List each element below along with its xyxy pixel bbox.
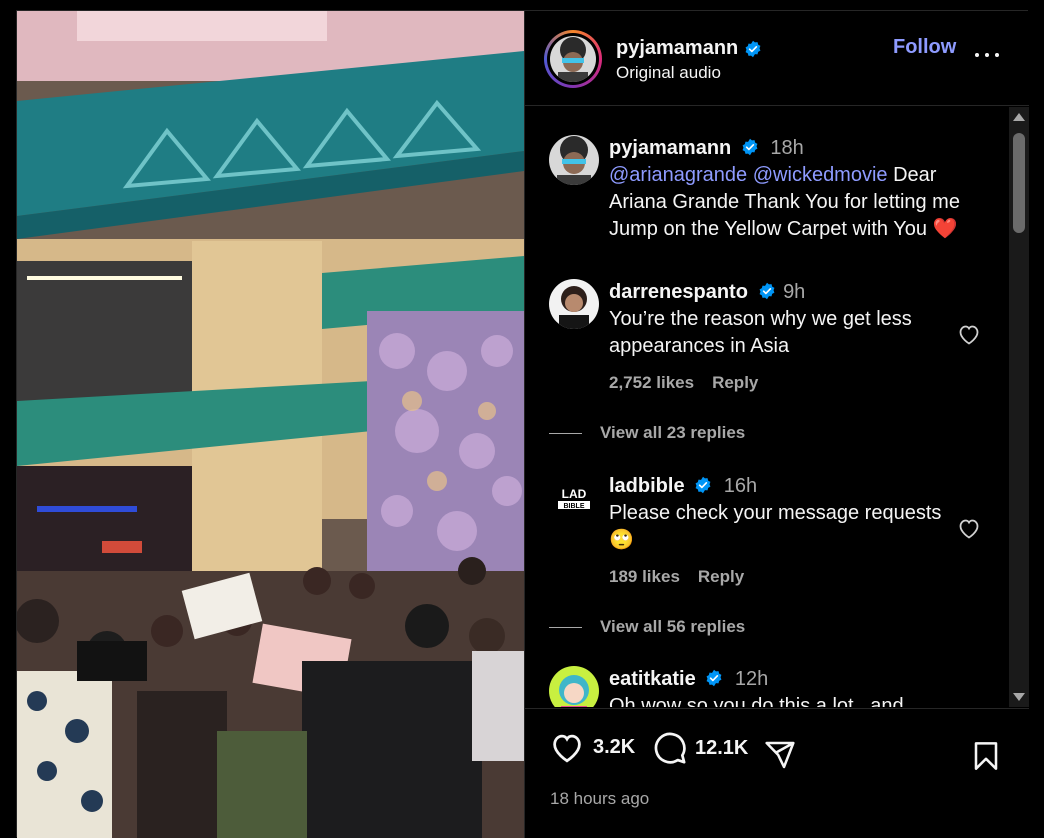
author-username[interactable]: pyjamamann xyxy=(616,37,738,60)
mention-link[interactable]: @wickedmovie xyxy=(753,164,888,186)
view-replies-label: View all 23 replies xyxy=(600,423,746,442)
commenter-avatar[interactable]: LAD BIBLE xyxy=(549,473,599,523)
comment-body: darrenespanto 9h You’re the reason why w… xyxy=(609,279,984,360)
video-frame-illustration xyxy=(17,11,524,838)
comment-meta: 189 likes Reply xyxy=(609,567,744,587)
comment-likes-count[interactable]: 189 likes xyxy=(609,567,680,587)
scroll-thumb[interactable] xyxy=(1013,133,1025,233)
audio-label[interactable]: Original audio xyxy=(616,63,721,83)
commenter-username[interactable]: pyjamamann xyxy=(609,137,731,159)
replies-divider-line xyxy=(549,432,582,434)
share-icon[interactable] xyxy=(763,739,797,771)
comment-time[interactable]: 12h xyxy=(735,668,768,690)
verified-badge-icon xyxy=(695,476,711,494)
follow-button[interactable]: Follow xyxy=(893,36,956,59)
avatar-image-icon xyxy=(549,666,599,707)
comment-time[interactable]: 18h xyxy=(770,137,803,159)
reply-button[interactable]: Reply xyxy=(698,567,744,587)
commenter-username[interactable]: eatitkatie xyxy=(609,668,696,690)
comment-icon[interactable] xyxy=(653,731,687,765)
more-options-icon[interactable] xyxy=(973,45,1001,65)
heart-icon[interactable] xyxy=(549,731,585,763)
author-username-row: pyjamamann xyxy=(616,37,762,60)
commenter-avatar[interactable] xyxy=(549,666,599,707)
post-header: pyjamamann Original audio Follow xyxy=(525,11,1029,106)
comments-scrollbar[interactable] xyxy=(1009,107,1029,707)
like-comment-heart-icon[interactable] xyxy=(957,517,981,539)
author-avatar[interactable] xyxy=(544,30,602,88)
likes-count[interactable]: 3.2K xyxy=(593,736,635,759)
verified-badge-icon xyxy=(745,40,761,57)
avatar-image-icon xyxy=(549,279,599,329)
post-modal: pyjamamann Original audio Follow pyjamam… xyxy=(16,10,1029,838)
comment-time[interactable]: 9h xyxy=(783,281,805,303)
like-action: 3.2K xyxy=(549,731,635,763)
scroll-down-arrow-icon[interactable] xyxy=(1013,693,1025,701)
reply-button[interactable]: Reply xyxy=(712,373,758,393)
comments-list: pyjamamann 18h @arianagrande @wickedmovi… xyxy=(525,107,1010,707)
commenter-avatar[interactable] xyxy=(549,279,599,329)
commenter-avatar[interactable] xyxy=(549,135,599,185)
post-timestamp[interactable]: 18 hours ago xyxy=(550,789,649,809)
avatar-image-icon xyxy=(550,36,596,82)
verified-badge-icon xyxy=(706,669,722,687)
comment-body: pyjamamann 18h @arianagrande @wickedmovi… xyxy=(609,135,984,243)
verified-badge-icon xyxy=(759,282,774,300)
view-replies-button[interactable]: View all 56 replies xyxy=(549,617,745,637)
avatar-image-icon xyxy=(549,135,599,185)
replies-divider-line xyxy=(549,626,582,628)
comment-action: 12.1K xyxy=(653,731,748,765)
view-replies-label: View all 56 replies xyxy=(600,617,746,636)
comment-meta: 2,752 likes Reply xyxy=(609,373,758,393)
comment-text: You’re the reason why we get less appear… xyxy=(609,308,912,357)
comment-body: ladbible 16h Please check your message r… xyxy=(609,473,984,554)
svg-text:BIBLE: BIBLE xyxy=(564,503,585,510)
comment-body: eatitkatie 12h Oh wow so you do this a l… xyxy=(609,666,984,707)
post-video[interactable] xyxy=(17,11,524,838)
comment-likes-count[interactable]: 2,752 likes xyxy=(609,373,694,393)
ladbible-logo-icon: LAD BIBLE xyxy=(549,473,599,523)
view-replies-button[interactable]: View all 23 replies xyxy=(549,423,745,443)
comments-count[interactable]: 12.1K xyxy=(695,737,748,760)
verified-badge-icon xyxy=(742,138,758,156)
commenter-username[interactable]: darrenespanto xyxy=(609,281,748,303)
mention-link[interactable]: @arianagrande xyxy=(609,164,747,186)
comment-text: Oh wow so you do this a lot...and xyxy=(609,695,904,707)
post-actions-footer: 3.2K 12.1K 18 hours ago xyxy=(525,708,1029,838)
scroll-up-arrow-icon[interactable] xyxy=(1013,113,1025,121)
bookmark-icon[interactable] xyxy=(970,739,1002,773)
comment-text: Please check your message requests 🙄 xyxy=(609,502,942,551)
like-comment-heart-icon[interactable] xyxy=(957,323,981,345)
comment-time[interactable]: 16h xyxy=(724,475,757,497)
post-details-panel: pyjamamann Original audio Follow pyjamam… xyxy=(524,11,1029,838)
svg-text:LAD: LAD xyxy=(562,487,587,501)
commenter-username[interactable]: ladbible xyxy=(609,475,685,497)
